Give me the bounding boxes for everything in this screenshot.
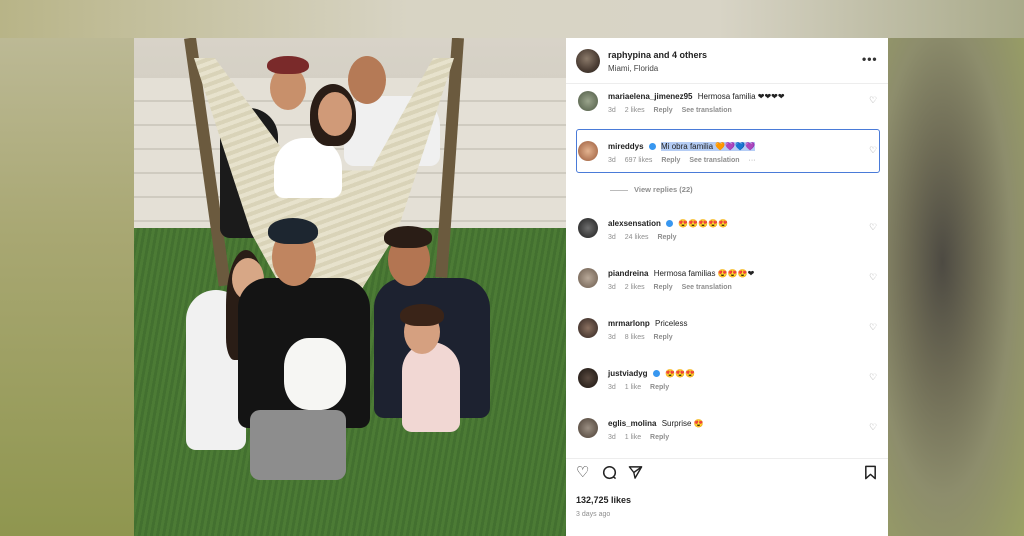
commenter-avatar[interactable] [578,91,598,111]
comment-item: alexsensation 😍😍😍😍😍 3d 24 likes Reply ♡ [566,214,888,264]
comment-icon[interactable] [602,465,617,483]
post-action-bar: ♡ [566,458,888,488]
comment-time: 3d [608,107,616,114]
comment-text: Surprise 😍 [661,419,704,428]
background-left [0,38,134,536]
reply-button[interactable]: Reply [654,334,673,341]
reply-button[interactable]: Reply [654,284,673,291]
comment-likes[interactable]: 1 like [625,384,641,391]
reply-button[interactable]: Reply [650,434,669,441]
comment-likes[interactable]: 2 likes [625,284,645,291]
replies-divider [610,189,628,191]
commenter-username[interactable]: mireddys [608,142,644,151]
heart-icon[interactable]: ♡ [869,96,878,105]
view-replies-button[interactable]: View replies (22) [610,185,693,194]
comment-likes[interactable]: 24 likes [625,234,649,241]
comments-panel: raphypina and 4 others Miami, Florida ••… [566,38,888,536]
reply-button[interactable]: Reply [661,157,680,164]
view-replies-label: View replies (22) [634,185,693,194]
verified-badge-icon [652,370,660,378]
heart-icon[interactable]: ♡ [869,323,878,332]
commenter-avatar[interactable] [578,141,598,161]
commenter-avatar[interactable] [578,368,598,388]
comment-likes[interactable]: 8 likes [625,334,645,341]
verified-badge-icon [666,220,674,228]
comment-text: 😍😍😍 [665,369,695,378]
commenter-username[interactable]: mrmarlonp [608,319,650,328]
comment-time: 3d [608,157,616,164]
poster-avatar[interactable] [576,49,600,73]
heart-icon[interactable]: ♡ [576,465,589,480]
comment-item: eglis_molina Surprise 😍 3d 1 like Reply … [566,414,888,464]
comment-likes[interactable]: 2 likes [625,107,645,114]
reply-button[interactable]: Reply [654,107,673,114]
commenter-avatar[interactable] [578,268,598,288]
commenter-username[interactable]: justviadyg [608,369,648,378]
commenter-username[interactable]: piandreina [608,269,648,278]
commenter-username[interactable]: mariaelena_jimenez95 [608,92,693,101]
commenter-username[interactable]: eglis_molina [608,419,656,428]
post-timestamp: 3 days ago [576,511,611,518]
comment-time: 3d [608,434,616,441]
commenter-avatar[interactable] [578,218,598,238]
bookmark-icon[interactable] [864,465,877,483]
post-location[interactable]: Miami, Florida [608,64,658,73]
comment-time: 3d [608,284,616,291]
heart-icon[interactable]: ♡ [869,223,878,232]
comment-item-selected: mireddys Mi obra familia 🧡💜💙💜 3d 697 lik… [566,137,888,187]
commenter-avatar[interactable] [578,318,598,338]
see-translation-button[interactable]: See translation [682,284,732,291]
post-photo [134,38,566,536]
see-translation-button[interactable]: See translation [682,107,732,114]
comment-item: mrmarlonp Priceless 3d 8 likes Reply ♡ [566,314,888,364]
heart-icon[interactable]: ♡ [869,423,878,432]
heart-icon[interactable]: ♡ [869,373,878,382]
comment-time: 3d [608,384,616,391]
reply-button[interactable]: Reply [657,234,676,241]
commenter-username[interactable]: alexsensation [608,219,661,228]
verified-badge-icon [648,143,656,151]
comment-text-selected: Mi obra familia 🧡💜💙💜 [661,142,756,151]
comment-item: piandreina Hermosa familias 😍😍😍❤ 3d 2 li… [566,264,888,314]
more-options-icon[interactable]: ••• [862,52,878,66]
comment-time: 3d [608,234,616,241]
comment-likes[interactable]: 697 likes [625,157,653,164]
heart-icon[interactable]: ♡ [869,273,878,282]
commenter-avatar[interactable] [578,418,598,438]
comment-item: justviadyg 😍😍😍 3d 1 like Reply ♡ [566,364,888,414]
comment-text: Hermosa familias 😍😍😍❤ [653,269,755,278]
poster-username[interactable]: raphypina and 4 others [608,50,707,60]
reply-button[interactable]: Reply [650,384,669,391]
comment-more-icon[interactable]: ··· [749,157,756,164]
comment-time: 3d [608,334,616,341]
post-header: raphypina and 4 others Miami, Florida ••… [566,38,888,84]
see-translation-button[interactable]: See translation [689,157,739,164]
background-right [888,38,1024,536]
comment-likes[interactable]: 1 like [625,434,641,441]
share-icon[interactable] [628,465,643,483]
comment-text: Hermosa familia ❤❤❤❤ [697,92,785,101]
comment-text: 😍😍😍😍😍 [678,219,729,228]
heart-icon[interactable]: ♡ [869,146,878,155]
likes-count[interactable]: 132,725 likes [576,495,631,505]
comment-text: Priceless [655,319,688,328]
background-top [0,0,1024,38]
